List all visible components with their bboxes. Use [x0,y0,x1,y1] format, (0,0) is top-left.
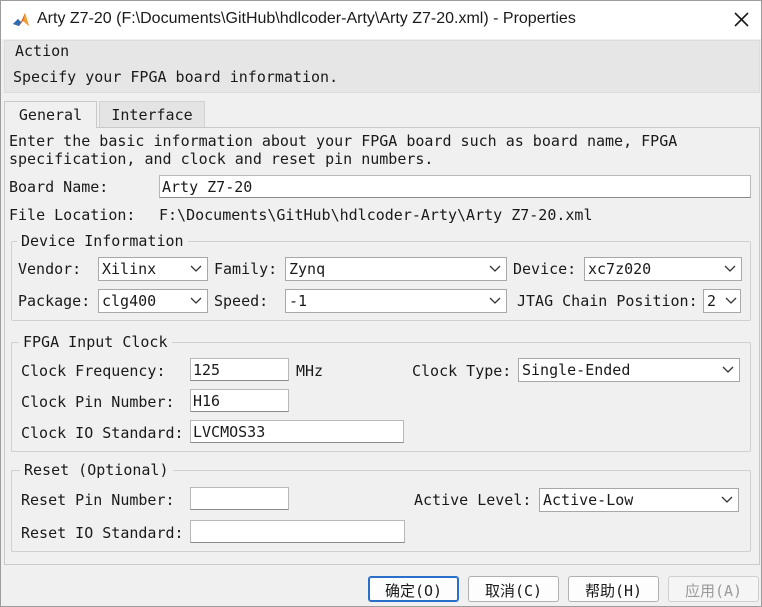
help-button-label: 帮助(H) [584,582,643,600]
active-level-label: Active Level: [414,491,532,509]
jtag-chain-position-value: 2 [707,292,717,310]
chevron-down-icon [190,265,202,272]
apply-button-label: 应用(A) [684,582,743,600]
cancel-button-label: 取消(C) [484,582,543,600]
chevron-down-icon [725,297,737,304]
action-description: Specify your FPGA board information. [13,68,339,86]
clock-type-value: Single-Ended [522,361,631,379]
reset-io-standard-input[interactable] [190,520,405,543]
clock-frequency-value: 125 [193,361,221,379]
ok-button[interactable]: 确定(O) [368,576,459,602]
package-value: clg400 [102,292,157,310]
vendor-dropdown[interactable]: Xilinx [98,257,208,281]
chevron-down-icon [721,496,733,503]
clock-pin-number-value: H16 [193,392,221,410]
chevron-down-icon [489,265,501,272]
clock-frequency-label: Clock Frequency: [21,362,166,380]
speed-value: -1 [289,292,308,310]
matlab-icon [11,10,31,30]
tab-general-label: General [18,106,83,124]
board-name-input[interactable]: Arty Z7-20 [159,175,751,198]
tab-interface[interactable]: Interface [99,101,205,128]
cancel-button[interactable]: 取消(C) [468,576,559,602]
device-dropdown[interactable]: xc7z020 [584,257,742,281]
speed-dropdown[interactable]: -1 [285,289,507,313]
reset-io-standard-label: Reset IO Standard: [21,524,184,542]
device-information-legend: Device Information [17,232,188,250]
apply-button[interactable]: 应用(A) [668,576,759,602]
family-value: Zynq [289,260,326,278]
device-label: Device: [513,260,577,278]
clock-frequency-input[interactable]: 125 [190,358,289,381]
action-heading: Action [15,42,70,60]
title-bar: Arty Z7-20 (F:\Documents\GitHub\hdlcoder… [1,1,761,39]
window-title: Arty Z7-20 (F:\Documents\GitHub\hdlcoder… [37,10,576,27]
board-name-value: Arty Z7-20 [162,178,253,196]
clock-pin-number-input[interactable]: H16 [190,389,289,412]
reset-pin-number-input[interactable] [190,487,289,510]
chevron-down-icon [724,265,736,272]
close-button[interactable] [727,7,755,33]
clock-type-dropdown[interactable]: Single-Ended [518,358,740,382]
clock-io-standard-label: Clock IO Standard: [21,424,184,442]
tab-interface-label: Interface [111,106,193,124]
jtag-chain-position-dropdown[interactable]: 2 [703,289,741,313]
speed-label: Speed: [214,292,269,310]
intro-text-line1: Enter the basic information about your F… [9,132,678,150]
package-label: Package: [18,292,91,310]
clock-pin-number-label: Clock Pin Number: [21,393,175,411]
action-panel: Action Specify your FPGA board informati… [4,40,760,93]
reset-pin-number-label: Reset Pin Number: [21,491,175,509]
vendor-label: Vendor: [18,260,82,278]
active-level-value: Active-Low [543,491,634,509]
family-label: Family: [214,260,278,278]
package-dropdown[interactable]: clg400 [98,289,208,313]
clock-io-standard-value: LVCMOS33 [193,423,266,441]
board-name-label: Board Name: [9,178,109,196]
intro-text-line2: specification, and clock and reset pin n… [9,150,434,168]
vendor-value: Xilinx [102,260,157,278]
active-level-dropdown[interactable]: Active-Low [539,488,739,512]
clock-type-label: Clock Type: [412,362,512,380]
clock-io-standard-input[interactable]: LVCMOS33 [190,420,404,443]
file-location-value: F:\Documents\GitHub\hdlcoder-Arty\Arty Z… [159,206,593,224]
close-icon [734,12,749,27]
clock-frequency-unit: MHz [296,362,324,380]
family-dropdown[interactable]: Zynq [285,257,507,281]
device-value: xc7z020 [588,260,652,278]
properties-window: Arty Z7-20 (F:\Documents\GitHub\hdlcoder… [0,0,762,607]
tab-general[interactable]: General [4,101,97,128]
help-button[interactable]: 帮助(H) [568,576,659,602]
chevron-down-icon [489,297,501,304]
reset-legend: Reset (Optional) [20,461,173,479]
jtag-chain-position-label: JTAG Chain Position: [517,292,698,310]
file-location-label: File Location: [9,206,136,224]
chevron-down-icon [722,366,734,373]
ok-button-label: 确定(O) [384,582,443,600]
fpga-input-clock-legend: FPGA Input Clock [19,333,172,351]
chevron-down-icon [190,297,202,304]
